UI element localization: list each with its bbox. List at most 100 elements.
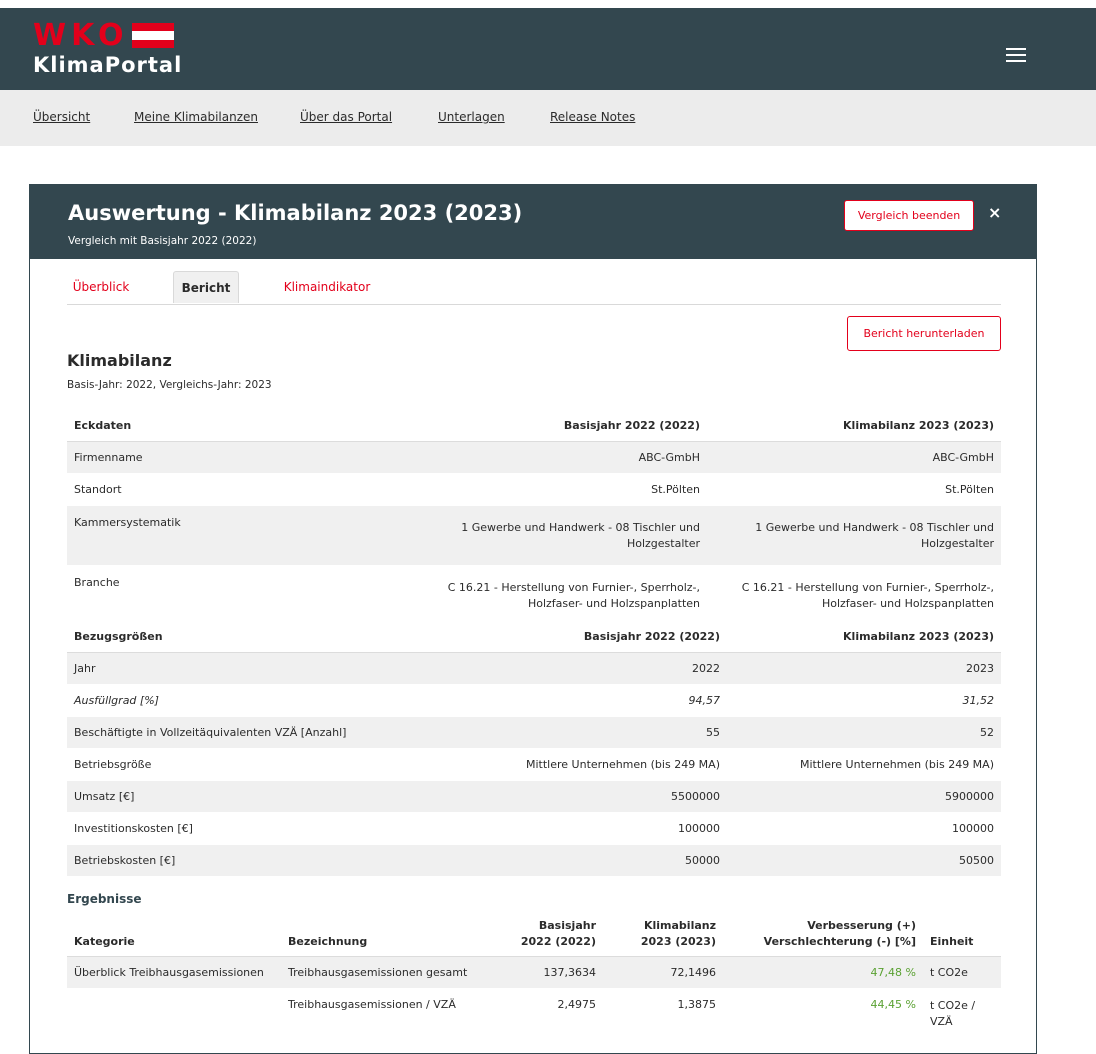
row-label: Standort <box>67 473 367 506</box>
column-header: Basisjahr 2022 (2022) <box>367 409 707 442</box>
bezugsgroessen-table: Bezugsgrößen Basisjahr 2022 (2022) Klima… <box>67 620 1001 877</box>
cell-value: 72,1496 <box>603 956 723 989</box>
row-label: Jahr <box>67 652 427 685</box>
row-label: Firmenname <box>67 441 367 474</box>
table-header-row: Eckdaten Basisjahr 2022 (2022) Klimabila… <box>67 409 1001 442</box>
table-row: Investitionskosten [€] 100000 100000 <box>67 812 1001 845</box>
tab-bar: Überblick Bericht Klimaindikator <box>67 271 1001 305</box>
table-row: Beschäftigte in Vollzeitäquivalenten VZÄ… <box>67 716 1001 749</box>
cell-value: 50500 <box>727 844 1001 877</box>
table-row: Treibhausgasemissionen / VZÄ 2,4975 1,38… <box>67 988 1001 1031</box>
column-header: Eckdaten <box>67 409 367 442</box>
row-label: Umsatz [€] <box>67 780 427 813</box>
cell-unit: t CO2e / VZÄ <box>923 988 1001 1031</box>
column-header: Klimabilanz 2023 (2023) <box>707 409 1001 442</box>
column-header: Kategorie <box>67 915 281 957</box>
nav-uebersicht[interactable]: Übersicht <box>33 110 90 124</box>
results-table: Kategorie Bezeichnung Basisjahr 2022 (20… <box>67 915 1001 1031</box>
row-label: Ausfüllgrad [%] <box>67 684 427 717</box>
row-label: Investitionskosten [€] <box>67 812 427 845</box>
cell-value: 31,52 <box>727 684 1001 717</box>
cell-value: 55 <box>427 716 727 749</box>
table-row: Betriebskosten [€] 50000 50500 <box>67 844 1001 877</box>
row-label: Branche <box>67 565 367 626</box>
cell-value: 100000 <box>727 812 1001 845</box>
column-header: Klimabilanz 2023 (2023) <box>727 620 1001 653</box>
nav-meine-klimabilanzen[interactable]: Meine Klimabilanzen <box>134 110 258 124</box>
cell-value: Mittlere Unternehmen (bis 249 MA) <box>727 748 1001 781</box>
cell-value: C 16.21 - Herstellung von Furnier-, Sper… <box>367 565 707 626</box>
evaluation-card: Auswertung - Klimabilanz 2023 (2023) Ver… <box>29 184 1037 1054</box>
cell-value: 2,4975 <box>505 988 603 1031</box>
cell-value: 2023 <box>727 652 1001 685</box>
column-header: Basisjahr 2022 (2022) <box>427 620 727 653</box>
table-row: Firmenname ABC-GmbH ABC-GmbH <box>67 441 1001 474</box>
wko-logo[interactable]: WKO KlimaPortal <box>33 18 183 78</box>
cell-improvement: 47,48 % <box>723 956 923 989</box>
column-header: Bezeichnung <box>281 915 505 957</box>
cell-value: 5900000 <box>727 780 1001 813</box>
nav-release-notes[interactable]: Release Notes <box>550 110 635 124</box>
column-header: Bezugsgrößen <box>67 620 427 653</box>
table-row: Überblick Treibhausgasemissionen Treibha… <box>67 956 1001 989</box>
tab-ueberblick[interactable]: Überblick <box>67 271 135 303</box>
cell-value: ABC-GmbH <box>367 441 707 474</box>
cell-value: 5500000 <box>427 780 727 813</box>
results-title: Ergebnisse <box>67 892 142 906</box>
cell-text: 1 Gewerbe und Handwerk - 08 Tischler und… <box>755 520 994 550</box>
column-header: Einheit <box>923 915 1001 957</box>
row-label: Beschäftigte in Vollzeitäquivalenten VZÄ… <box>67 716 427 749</box>
table-row: Standort St.Pölten St.Pölten <box>67 473 1001 506</box>
cell-value: 1,3875 <box>603 988 723 1031</box>
table-header-row: Kategorie Bezeichnung Basisjahr 2022 (20… <box>67 915 1001 957</box>
logo-letters: WKO <box>33 18 129 53</box>
cell-value: 1 Gewerbe und Handwerk - 08 Tischler und… <box>367 505 707 566</box>
cell-bezeichnung: Treibhausgasemissionen / VZÄ <box>281 988 505 1031</box>
logo-subtitle: KlimaPortal <box>33 53 183 77</box>
row-label: Kammersystematik <box>67 505 367 566</box>
table-row: Ausfüllgrad [%] 94,57 31,52 <box>67 684 1001 717</box>
austria-flag-icon <box>131 23 174 48</box>
end-comparison-button[interactable]: Vergleich beenden <box>844 200 974 231</box>
nav-ueber-das-portal[interactable]: Über das Portal <box>300 110 392 124</box>
table-row: Umsatz [€] 5500000 5900000 <box>67 780 1001 813</box>
column-header-text: Verbesserung (+) Verschlechterung (-) [%… <box>763 919 916 948</box>
column-header: Verbesserung (+) Verschlechterung (-) [%… <box>723 915 923 957</box>
cell-value: 50000 <box>427 844 727 877</box>
table-row: Branche C 16.21 - Herstellung von Furnie… <box>67 565 1001 626</box>
cell-text: C 16.21 - Herstellung von Furnier-, Sper… <box>741 580 994 610</box>
cell-text: 1 Gewerbe und Handwerk - 08 Tischler und… <box>461 520 700 550</box>
card-subtitle: Vergleich mit Basisjahr 2022 (2022) <box>68 235 257 247</box>
close-icon[interactable]: × <box>988 203 1001 222</box>
tab-bericht[interactable]: Bericht <box>173 271 239 303</box>
cell-value: 100000 <box>427 812 727 845</box>
cell-unit: t CO2e <box>923 956 1001 989</box>
row-label: Betriebsgröße <box>67 748 427 781</box>
column-header: Basisjahr 2022 (2022) <box>505 915 603 957</box>
card-title: Auswertung - Klimabilanz 2023 (2023) <box>68 201 523 225</box>
section-subtitle: Basis-Jahr: 2022, Vergleichs-Jahr: 2023 <box>67 379 272 391</box>
cell-value: St.Pölten <box>367 473 707 506</box>
cell-bezeichnung: Treibhausgasemissionen gesamt <box>281 956 505 989</box>
cell-kategorie: Überblick Treibhausgasemissionen <box>67 956 281 989</box>
table-row: Betriebsgröße Mittlere Unternehmen (bis … <box>67 748 1001 781</box>
table-row: Jahr 2022 2023 <box>67 652 1001 685</box>
hamburger-menu-icon[interactable] <box>1006 48 1026 64</box>
section-title: Klimabilanz <box>67 351 172 370</box>
cell-improvement: 44,45 % <box>723 988 923 1031</box>
table-row: Kammersystematik 1 Gewerbe und Handwerk … <box>67 505 1001 566</box>
cell-value: 1 Gewerbe und Handwerk - 08 Tischler und… <box>707 505 1001 566</box>
cell-value: Mittlere Unternehmen (bis 249 MA) <box>427 748 727 781</box>
card-header: Auswertung - Klimabilanz 2023 (2023) Ver… <box>30 185 1036 259</box>
cell-value: C 16.21 - Herstellung von Furnier-, Sper… <box>707 565 1001 626</box>
download-report-button[interactable]: Bericht herunterladen <box>847 316 1001 351</box>
nav-unterlagen[interactable]: Unterlagen <box>438 110 505 124</box>
cell-value: 94,57 <box>427 684 727 717</box>
tab-klimaindikator[interactable]: Klimaindikator <box>277 271 377 303</box>
cell-value: ABC-GmbH <box>707 441 1001 474</box>
column-header: Klimabilanz 2023 (2023) <box>603 915 723 957</box>
cell-value: 52 <box>727 716 1001 749</box>
cell-value: 2022 <box>427 652 727 685</box>
table-header-row: Bezugsgrößen Basisjahr 2022 (2022) Klima… <box>67 620 1001 653</box>
app-header: WKO KlimaPortal <box>0 8 1096 90</box>
